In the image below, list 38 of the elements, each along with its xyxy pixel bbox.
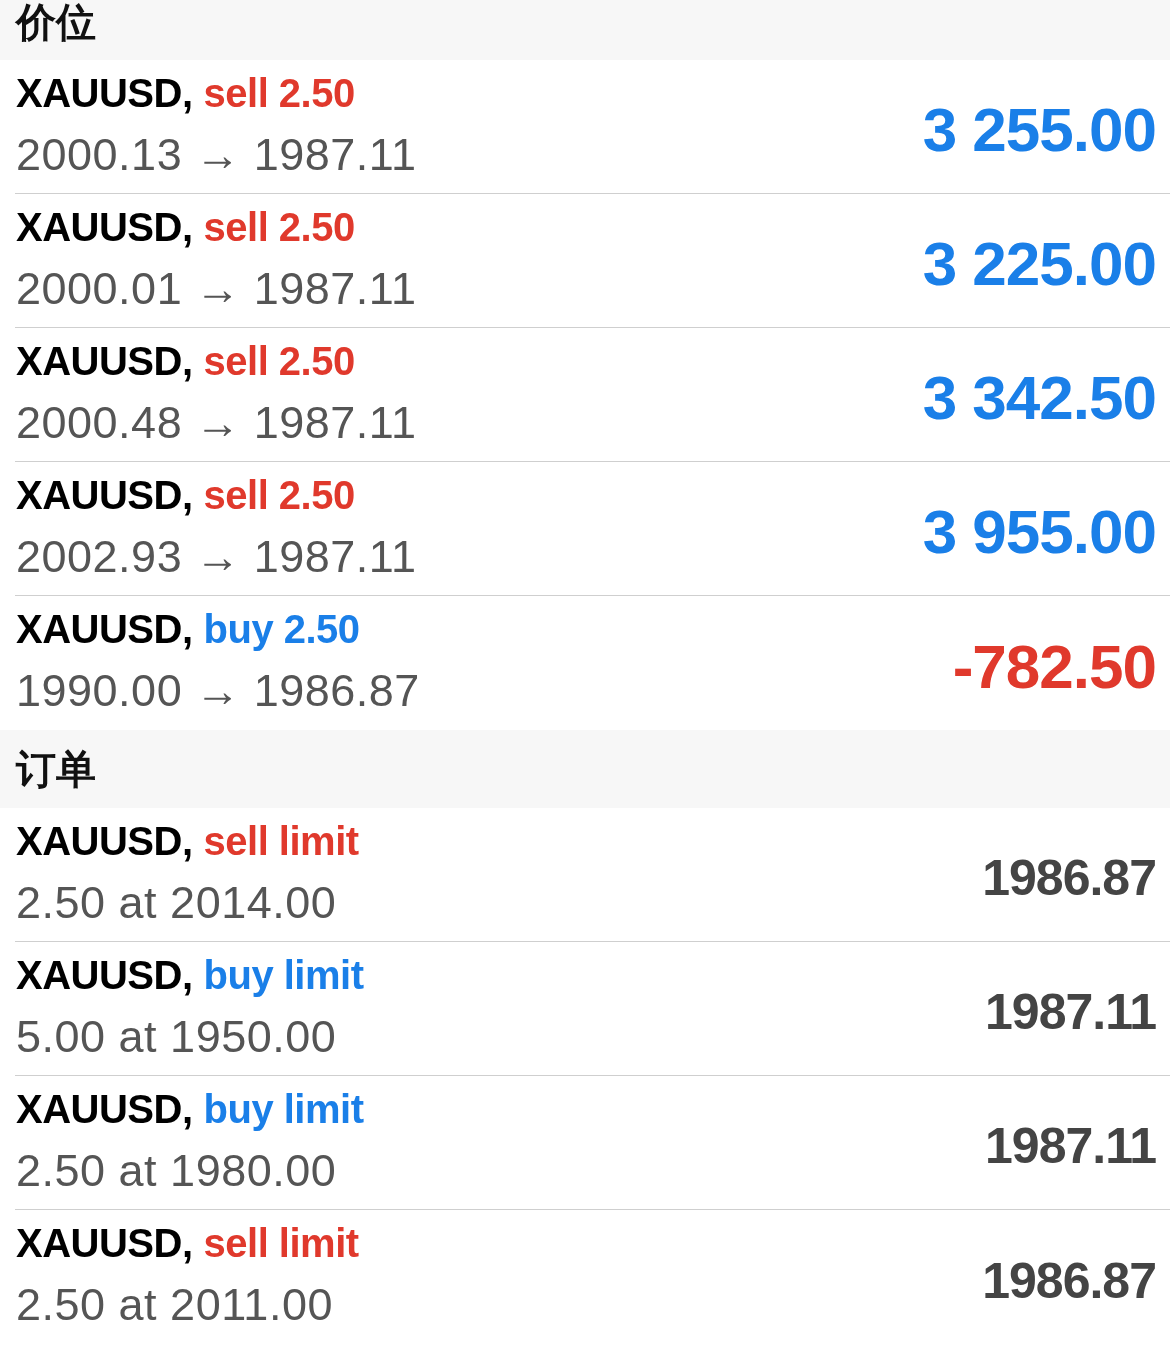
trade-type-label: buy limit — [203, 1085, 364, 1132]
trade-type-label: sell 2.50 — [203, 337, 355, 384]
symbol-label: XAUUSD, — [16, 1220, 193, 1266]
trade-detail-text: 2.50 at 2011.00 — [16, 1280, 333, 1330]
symbol-label: XAUUSD, — [16, 817, 193, 864]
trade-detail-text: 2000.48 → 1987.11 — [16, 397, 417, 448]
trade-type-label: buy 2.50 — [203, 606, 360, 652]
trade-type-label: sell limit — [203, 817, 359, 864]
price-value: 1986.87 — [982, 1253, 1156, 1309]
symbol-label: XAUUSD, — [16, 471, 193, 518]
price-value: 1986.87 — [982, 851, 1156, 906]
trade-detail-text: 2.50 at 1980.00 — [16, 1145, 337, 1196]
section-header: 价位 — [0, 0, 1170, 60]
section-header: 订单 — [0, 730, 1170, 808]
trade-detail-text: 2.50 at 2014.00 — [16, 877, 337, 928]
trade-detail-text: 2000.13 → 1987.11 — [16, 129, 417, 180]
price-value: 1987.11 — [985, 985, 1156, 1040]
profit-value: 3 342.50 — [922, 364, 1156, 433]
trade-type-label: buy limit — [203, 951, 364, 998]
price-value: 1987.11 — [985, 1119, 1156, 1174]
trade-detail-text: 5.00 at 1950.00 — [16, 1011, 337, 1062]
trade-detail-text: 2002.93 → 1987.11 — [16, 531, 417, 582]
symbol-label: XAUUSD, — [16, 337, 193, 384]
trade-detail-text: 2000.01 → 1987.11 — [16, 263, 417, 314]
profit-value: 3 255.00 — [922, 96, 1156, 165]
symbol-label: XAUUSD, — [16, 1085, 193, 1132]
loss-value: -782.50 — [952, 632, 1156, 702]
symbol-label: XAUUSD, — [16, 606, 193, 652]
profit-value: 3 225.00 — [922, 230, 1156, 299]
trade-type-label: sell 2.50 — [203, 471, 355, 518]
trade-type-label: sell 2.50 — [203, 203, 355, 250]
trade-type-label: sell limit — [203, 1220, 359, 1266]
trade-type-label: sell 2.50 — [203, 69, 355, 116]
profit-value: 3 955.00 — [922, 498, 1156, 567]
symbol-label: XAUUSD, — [16, 951, 193, 998]
trade-detail-text: 1990.00 → 1986.87 — [16, 666, 420, 716]
symbol-label: XAUUSD, — [16, 203, 193, 250]
symbol-label: XAUUSD, — [16, 69, 193, 116]
